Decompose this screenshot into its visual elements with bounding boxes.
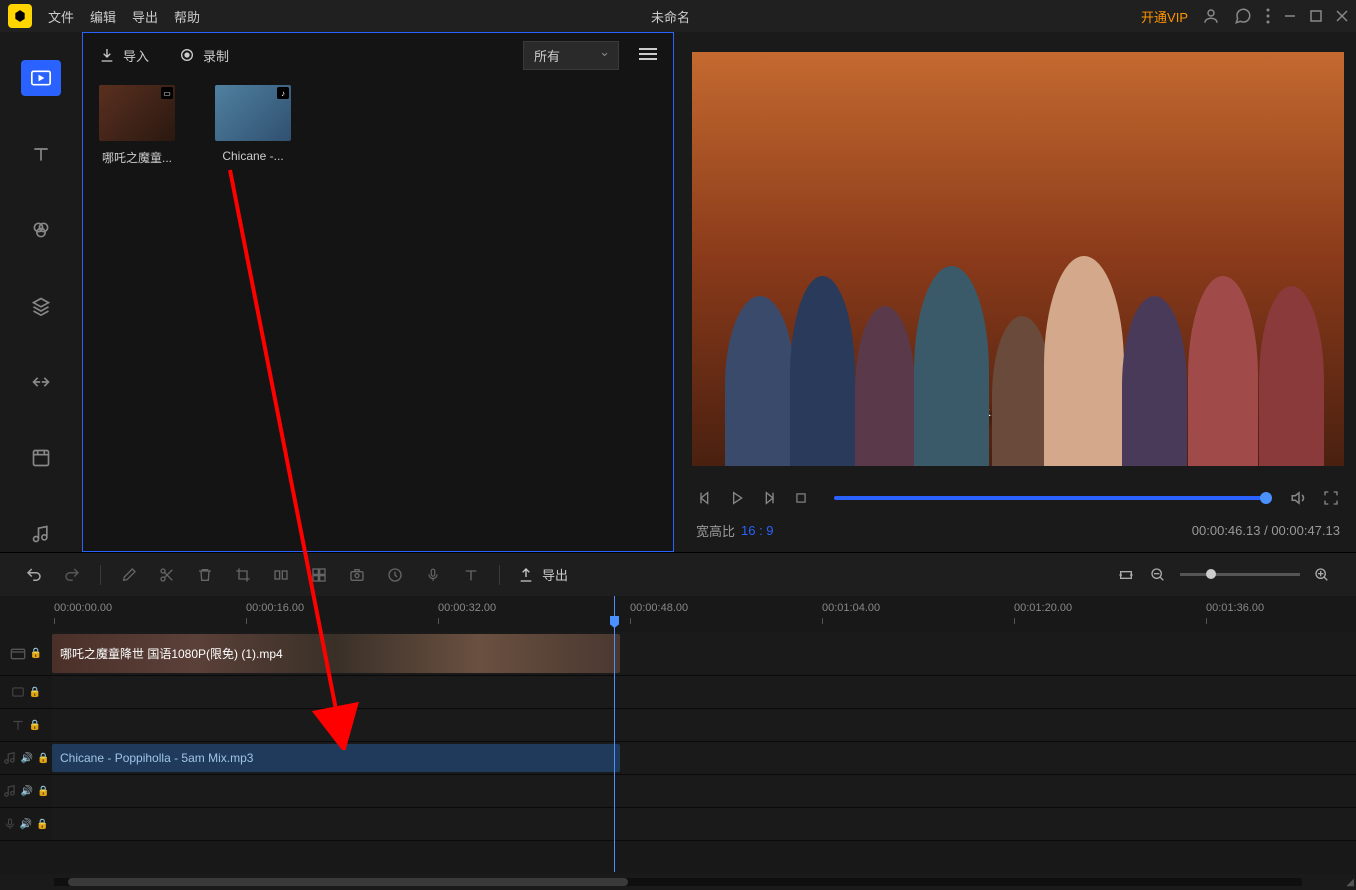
lock-icon[interactable]: 🔒	[29, 687, 41, 698]
audio-clip[interactable]: Chicane - Poppiholla - 5am Mix.mp3	[52, 744, 620, 772]
main-menu: 文件 编辑 导出 帮助	[48, 7, 200, 26]
mic-track[interactable]: 🔊🔒	[0, 808, 1356, 841]
sidebar-filter[interactable]	[21, 212, 61, 248]
playhead[interactable]	[614, 596, 615, 872]
sidebar-transition[interactable]	[21, 364, 61, 400]
sidebar-element[interactable]	[21, 440, 61, 476]
record-button[interactable]: 录制	[179, 46, 229, 65]
timeline-toolbar: 导出	[0, 552, 1356, 596]
play-button[interactable]	[728, 489, 746, 507]
progress-bar[interactable]	[834, 496, 1266, 500]
media-item-label: 哪吒之魔童...	[99, 149, 175, 166]
lock-icon[interactable]: 🔒	[37, 753, 49, 764]
next-frame-button[interactable]	[760, 489, 778, 507]
more-icon[interactable]	[1266, 8, 1270, 24]
aspect-value[interactable]: 16 : 9	[741, 523, 774, 538]
minimize-button[interactable]	[1284, 10, 1296, 22]
media-filter-dropdown[interactable]: 所有	[523, 41, 619, 70]
view-list-toggle[interactable]	[639, 47, 657, 64]
timeline: 00:00:00.00 00:00:16.00 00:00:32.00 00:0…	[0, 596, 1356, 890]
import-button[interactable]: 导入	[99, 46, 149, 65]
lock-icon[interactable]: 🔒	[37, 786, 49, 797]
mosaic-icon[interactable]	[309, 565, 329, 585]
split-icon[interactable]	[271, 565, 291, 585]
lock-icon[interactable]: 🔒	[30, 648, 42, 659]
vip-button[interactable]: 开通VIP	[1141, 7, 1188, 26]
sidebar-audio[interactable]	[21, 516, 61, 552]
video-clip[interactable]: 哪吒之魔童降世 国语1080P(限免) (1).mp4	[52, 634, 620, 673]
time-display: 00:00:46.13 / 00:00:47.13	[1192, 523, 1340, 538]
speed-icon[interactable]	[385, 565, 405, 585]
menu-edit[interactable]: 编辑	[90, 7, 116, 26]
video-track[interactable]: 🔒 哪吒之魔童降世 国语1080P(限免) (1).mp4	[0, 632, 1356, 676]
prev-frame-button[interactable]	[696, 489, 714, 507]
preview-panel: 我们新作了一首曲子 宽高比 16 : 9 00:00:46.13 / 00:00…	[674, 32, 1356, 552]
stop-button[interactable]	[792, 489, 810, 507]
media-item[interactable]: ▭ 哪吒之魔童...	[99, 85, 175, 166]
lock-icon[interactable]: 🔒	[29, 720, 41, 731]
cut-icon[interactable]	[157, 565, 177, 585]
menu-export[interactable]: 导出	[132, 7, 158, 26]
zoom-fit-icon[interactable]	[1116, 565, 1136, 585]
video-badge-icon: ▭	[161, 87, 173, 99]
overlay-track[interactable]: 🔒	[0, 676, 1356, 709]
media-panel: 导入 录制 所有 ▭ 哪吒之魔童... ♪ Chicane -...	[82, 32, 674, 552]
audio-track-2[interactable]: 🔊🔒	[0, 775, 1356, 808]
undo-button[interactable]	[24, 565, 44, 585]
audio-badge-icon: ♪	[277, 87, 289, 99]
zoom-out-icon[interactable]	[1148, 565, 1168, 585]
sidebar-overlay[interactable]	[21, 288, 61, 324]
text-tool-icon[interactable]	[461, 565, 481, 585]
snapshot-icon[interactable]	[347, 565, 367, 585]
title-bar: 文件 编辑 导出 帮助 未命名 开通VIP	[0, 0, 1356, 32]
timeline-hscroll[interactable]	[0, 874, 1356, 890]
preview-controls	[692, 480, 1344, 516]
app-logo	[8, 4, 32, 28]
chat-icon[interactable]	[1234, 7, 1252, 25]
voice-icon[interactable]	[423, 565, 443, 585]
zoom-in-icon[interactable]	[1312, 565, 1332, 585]
media-item-label: Chicane -...	[215, 149, 291, 163]
redo-button[interactable]	[62, 565, 82, 585]
project-title: 未命名	[200, 7, 1141, 26]
resize-grip[interactable]: ◢	[1346, 877, 1354, 888]
menu-file[interactable]: 文件	[48, 7, 74, 26]
lock-icon[interactable]: 🔒	[36, 819, 48, 830]
fullscreen-icon[interactable]	[1322, 489, 1340, 507]
crop-icon[interactable]	[233, 565, 253, 585]
timeline-ruler[interactable]: 00:00:00.00 00:00:16.00 00:00:32.00 00:0…	[0, 596, 1356, 632]
sidebar-text[interactable]	[21, 136, 61, 172]
sidebar	[0, 32, 82, 552]
delete-icon[interactable]	[195, 565, 215, 585]
preview-video[interactable]: 我们新作了一首曲子	[692, 52, 1344, 466]
account-icon[interactable]	[1202, 7, 1220, 25]
menu-help[interactable]: 帮助	[174, 7, 200, 26]
zoom-slider[interactable]	[1180, 573, 1300, 576]
export-button[interactable]: 导出	[518, 565, 568, 584]
maximize-button[interactable]	[1310, 10, 1322, 22]
text-track[interactable]: 🔒	[0, 709, 1356, 742]
volume-icon[interactable]	[1290, 489, 1308, 507]
aspect-label: 宽高比	[696, 521, 735, 540]
edit-icon[interactable]	[119, 565, 139, 585]
sidebar-media[interactable]	[21, 60, 61, 96]
media-item[interactable]: ♪ Chicane -...	[215, 85, 291, 163]
close-button[interactable]	[1336, 10, 1348, 22]
audio-track-1[interactable]: 🔊🔒 Chicane - Poppiholla - 5am Mix.mp3	[0, 742, 1356, 775]
